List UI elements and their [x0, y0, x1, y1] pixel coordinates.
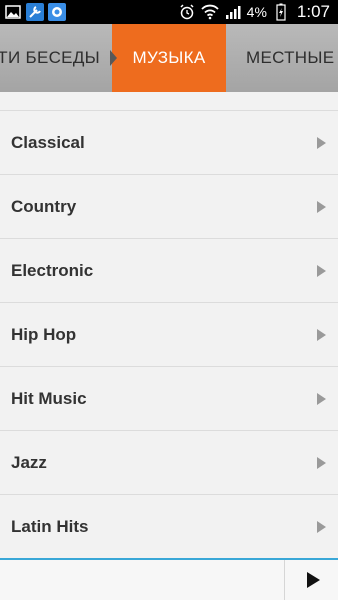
list-item-hit-music[interactable]: Hit Music	[0, 366, 338, 430]
tab-talk-label: ОСТИ БЕСЕДЫ	[0, 48, 100, 67]
tools-icon	[26, 3, 44, 21]
list-item-label: Electronic	[11, 260, 94, 280]
tab-local[interactable]: МЕСТНЫЕ	[226, 24, 338, 92]
chevron-right-icon	[317, 136, 326, 149]
category-tab-bar: ОСТИ БЕСЕДЫ МУЗЫКА МЕСТНЫЕ	[0, 24, 338, 92]
list-item-label: Classical	[11, 132, 85, 152]
list-item-label: Jazz	[11, 452, 47, 472]
tab-local-label: МЕСТНЫЕ	[246, 48, 335, 67]
list-item-label: Hip Hop	[11, 324, 77, 344]
list-item-electronic[interactable]: Electronic	[0, 238, 338, 302]
tab-talk[interactable]: ОСТИ БЕСЕДЫ	[0, 24, 112, 92]
chevron-right-icon	[317, 392, 326, 405]
play-button[interactable]	[284, 560, 338, 600]
list-item-jazz[interactable]: Jazz	[0, 430, 338, 494]
chevron-right-icon	[317, 264, 326, 277]
play-icon	[306, 572, 320, 588]
list-item-country[interactable]: Country	[0, 174, 338, 238]
list-item-label: Country	[11, 196, 77, 216]
chevron-right-icon	[317, 456, 326, 469]
list-item-latin-hits[interactable]: Latin Hits	[0, 494, 338, 558]
clock: 1:07	[296, 2, 330, 21]
list-item-label: Hit Music	[11, 388, 87, 408]
wifi-icon	[201, 3, 219, 21]
list-item-label: Latin Hits	[11, 516, 89, 536]
tab-music-label: МУЗЫКА	[132, 48, 206, 67]
alarm-icon	[178, 3, 196, 21]
app-notification-icon	[48, 3, 66, 21]
status-bar: 4% 1:07	[0, 0, 338, 24]
list-item-hip-hop[interactable]: Hip Hop	[0, 302, 338, 366]
battery-icon	[272, 3, 290, 21]
gallery-icon	[4, 3, 22, 21]
tab-separator-arrow-icon	[110, 50, 117, 66]
battery-percent: 4%	[246, 4, 267, 20]
mini-player-bar	[0, 558, 338, 600]
chevron-right-icon	[317, 328, 326, 341]
signal-icon	[224, 3, 242, 21]
list-item-classical[interactable]: Classical	[0, 110, 338, 174]
chevron-right-icon	[317, 200, 326, 213]
chevron-right-icon	[317, 520, 326, 533]
genre-list: Classical Country Electronic Hip Hop Hit…	[0, 110, 338, 558]
tab-music[interactable]: МУЗЫКА	[112, 24, 226, 92]
